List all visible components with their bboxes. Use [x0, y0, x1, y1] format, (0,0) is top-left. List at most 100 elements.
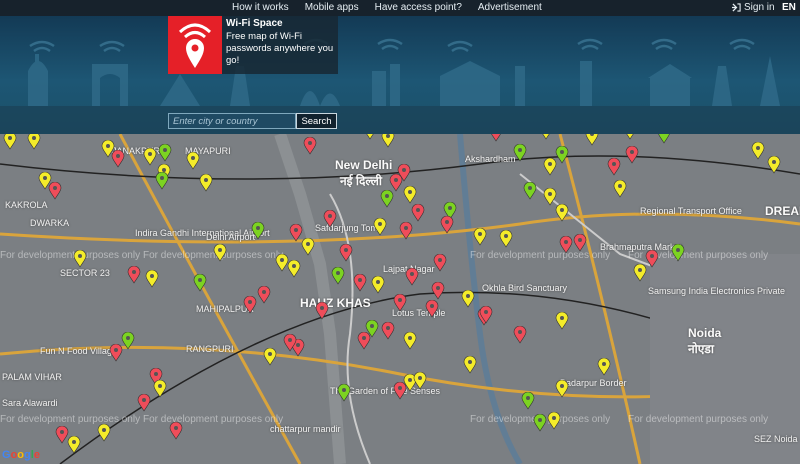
- wifi-pin-marker[interactable]: [257, 286, 271, 304]
- wifi-pin-marker[interactable]: [137, 394, 151, 412]
- wifi-pin-marker[interactable]: [543, 158, 557, 176]
- wifi-pin-marker[interactable]: [380, 190, 394, 208]
- wifi-pin-marker[interactable]: [27, 134, 41, 150]
- wifi-pin-marker[interactable]: [213, 244, 227, 262]
- wifi-pin-marker[interactable]: [431, 282, 445, 300]
- wifi-pin-marker[interactable]: [403, 332, 417, 350]
- wifi-pin-marker[interactable]: [523, 182, 537, 200]
- place-label: Okhla Bird Sanctuary: [482, 283, 568, 293]
- wifi-pin-marker[interactable]: [3, 134, 17, 150]
- wifi-pin-marker[interactable]: [521, 392, 535, 410]
- site-logo[interactable]: [168, 16, 222, 74]
- wifi-pin-marker[interactable]: [399, 222, 413, 240]
- wifi-pin-marker[interactable]: [463, 356, 477, 374]
- wifi-pin-marker[interactable]: [645, 250, 659, 268]
- wifi-pin-marker[interactable]: [67, 436, 81, 454]
- wifi-pin-marker[interactable]: [155, 172, 169, 190]
- place-label: Akshardham: [465, 154, 516, 164]
- wifi-pin-marker[interactable]: [513, 144, 527, 162]
- wifi-pin-marker[interactable]: [97, 424, 111, 442]
- place-label: SEZ Noida: [754, 434, 798, 444]
- wifi-pin-marker[interactable]: [405, 268, 419, 286]
- wifi-pin-marker[interactable]: [301, 238, 315, 256]
- wifi-pin-marker[interactable]: [555, 146, 569, 164]
- wifi-pin-marker[interactable]: [433, 254, 447, 272]
- wifi-pin-marker[interactable]: [403, 186, 417, 204]
- wifi-pin-marker[interactable]: [585, 134, 599, 146]
- wifi-pin-marker[interactable]: [323, 210, 337, 228]
- wifi-pin-marker[interactable]: [199, 174, 213, 192]
- wifi-pin-marker[interactable]: [143, 148, 157, 166]
- wifi-pin-marker[interactable]: [625, 146, 639, 164]
- wifi-pin-marker[interactable]: [539, 134, 553, 140]
- wifi-pin-marker[interactable]: [559, 236, 573, 254]
- wifi-pin-marker[interactable]: [158, 144, 172, 162]
- wifi-pin-marker[interactable]: [315, 302, 329, 320]
- wifi-pin-marker[interactable]: [363, 134, 377, 140]
- wifi-pin-marker[interactable]: [145, 270, 159, 288]
- wifi-pin-marker[interactable]: [381, 322, 395, 340]
- wifi-pin-marker[interactable]: [513, 326, 527, 344]
- wifi-pin-marker[interactable]: [555, 204, 569, 222]
- wifi-pin-marker[interactable]: [153, 380, 167, 398]
- wifi-pin-marker[interactable]: [283, 334, 297, 352]
- wifi-pin-marker[interactable]: [38, 172, 52, 190]
- wifi-pin-marker[interactable]: [479, 306, 493, 324]
- wifi-pin-marker[interactable]: [413, 372, 427, 390]
- wifi-pin-marker[interactable]: [393, 382, 407, 400]
- nav-how-it-works[interactable]: How it works: [232, 2, 289, 14]
- wifi-pin-marker[interactable]: [613, 180, 627, 198]
- wifi-pin-marker[interactable]: [657, 134, 671, 144]
- wifi-pin-marker[interactable]: [263, 348, 277, 366]
- nav-have-access-point[interactable]: Have access point?: [375, 2, 462, 14]
- wifi-pin-marker[interactable]: [461, 290, 475, 308]
- place-label: New Delhi: [335, 158, 393, 172]
- wifi-pin-marker[interactable]: [303, 137, 317, 155]
- wifi-pin-marker[interactable]: [607, 158, 621, 176]
- wifi-pin-marker[interactable]: [331, 267, 345, 285]
- search-button[interactable]: Search: [296, 113, 337, 129]
- wifi-pin-marker[interactable]: [499, 230, 513, 248]
- wifi-pin-marker[interactable]: [597, 358, 611, 376]
- wifi-pin-marker[interactable]: [243, 296, 257, 314]
- wifi-pin-marker[interactable]: [121, 332, 135, 350]
- nav-advertisement[interactable]: Advertisement: [478, 2, 542, 14]
- wifi-pin-marker[interactable]: [193, 274, 207, 292]
- wifi-pin-marker[interactable]: [127, 266, 141, 284]
- wifi-pin-marker[interactable]: [381, 134, 395, 148]
- wifi-pin-marker[interactable]: [489, 134, 503, 142]
- wifi-pin-marker[interactable]: [371, 276, 385, 294]
- sign-in-link[interactable]: Sign in: [732, 2, 775, 13]
- wifi-pin-marker[interactable]: [373, 218, 387, 236]
- wifi-pin-marker[interactable]: [393, 294, 407, 312]
- wifi-pin-marker[interactable]: [440, 216, 454, 234]
- wifi-pin-marker[interactable]: [533, 414, 547, 432]
- wifi-pin-marker[interactable]: [353, 274, 367, 292]
- wifi-pin-marker[interactable]: [55, 426, 69, 444]
- city-search-input[interactable]: [168, 113, 296, 129]
- language-switcher[interactable]: EN: [782, 2, 796, 13]
- wifi-pin-marker[interactable]: [339, 244, 353, 262]
- wifi-pin-marker[interactable]: [671, 244, 685, 262]
- wifi-pin-marker[interactable]: [555, 312, 569, 330]
- wifi-pin-marker[interactable]: [287, 260, 301, 278]
- wifi-pin-marker[interactable]: [111, 150, 125, 168]
- wifi-pin-marker[interactable]: [186, 152, 200, 170]
- wifi-pin-marker[interactable]: [109, 344, 123, 362]
- wifi-pin-marker[interactable]: [767, 156, 781, 174]
- wifi-pin-marker[interactable]: [547, 412, 561, 430]
- wifi-pin-marker[interactable]: [411, 204, 425, 222]
- wifi-pin-marker[interactable]: [555, 380, 569, 398]
- wifi-map[interactable]: JANAKPURI MAYAPURI KAKROLA Indira Gandhi…: [0, 134, 800, 464]
- wifi-pin-marker[interactable]: [751, 142, 765, 160]
- wifi-pin-marker[interactable]: [73, 250, 87, 268]
- wifi-pin-marker[interactable]: [573, 234, 587, 252]
- wifi-pin-marker[interactable]: [251, 222, 265, 240]
- nav-mobile-apps[interactable]: Mobile apps: [305, 2, 359, 14]
- wifi-pin-marker[interactable]: [473, 228, 487, 246]
- wifi-pin-marker[interactable]: [623, 134, 637, 140]
- wifi-pin-marker[interactable]: [169, 422, 183, 440]
- wifi-pin-marker[interactable]: [425, 300, 439, 318]
- wifi-pin-marker[interactable]: [337, 384, 351, 402]
- wifi-pin-marker[interactable]: [357, 332, 371, 350]
